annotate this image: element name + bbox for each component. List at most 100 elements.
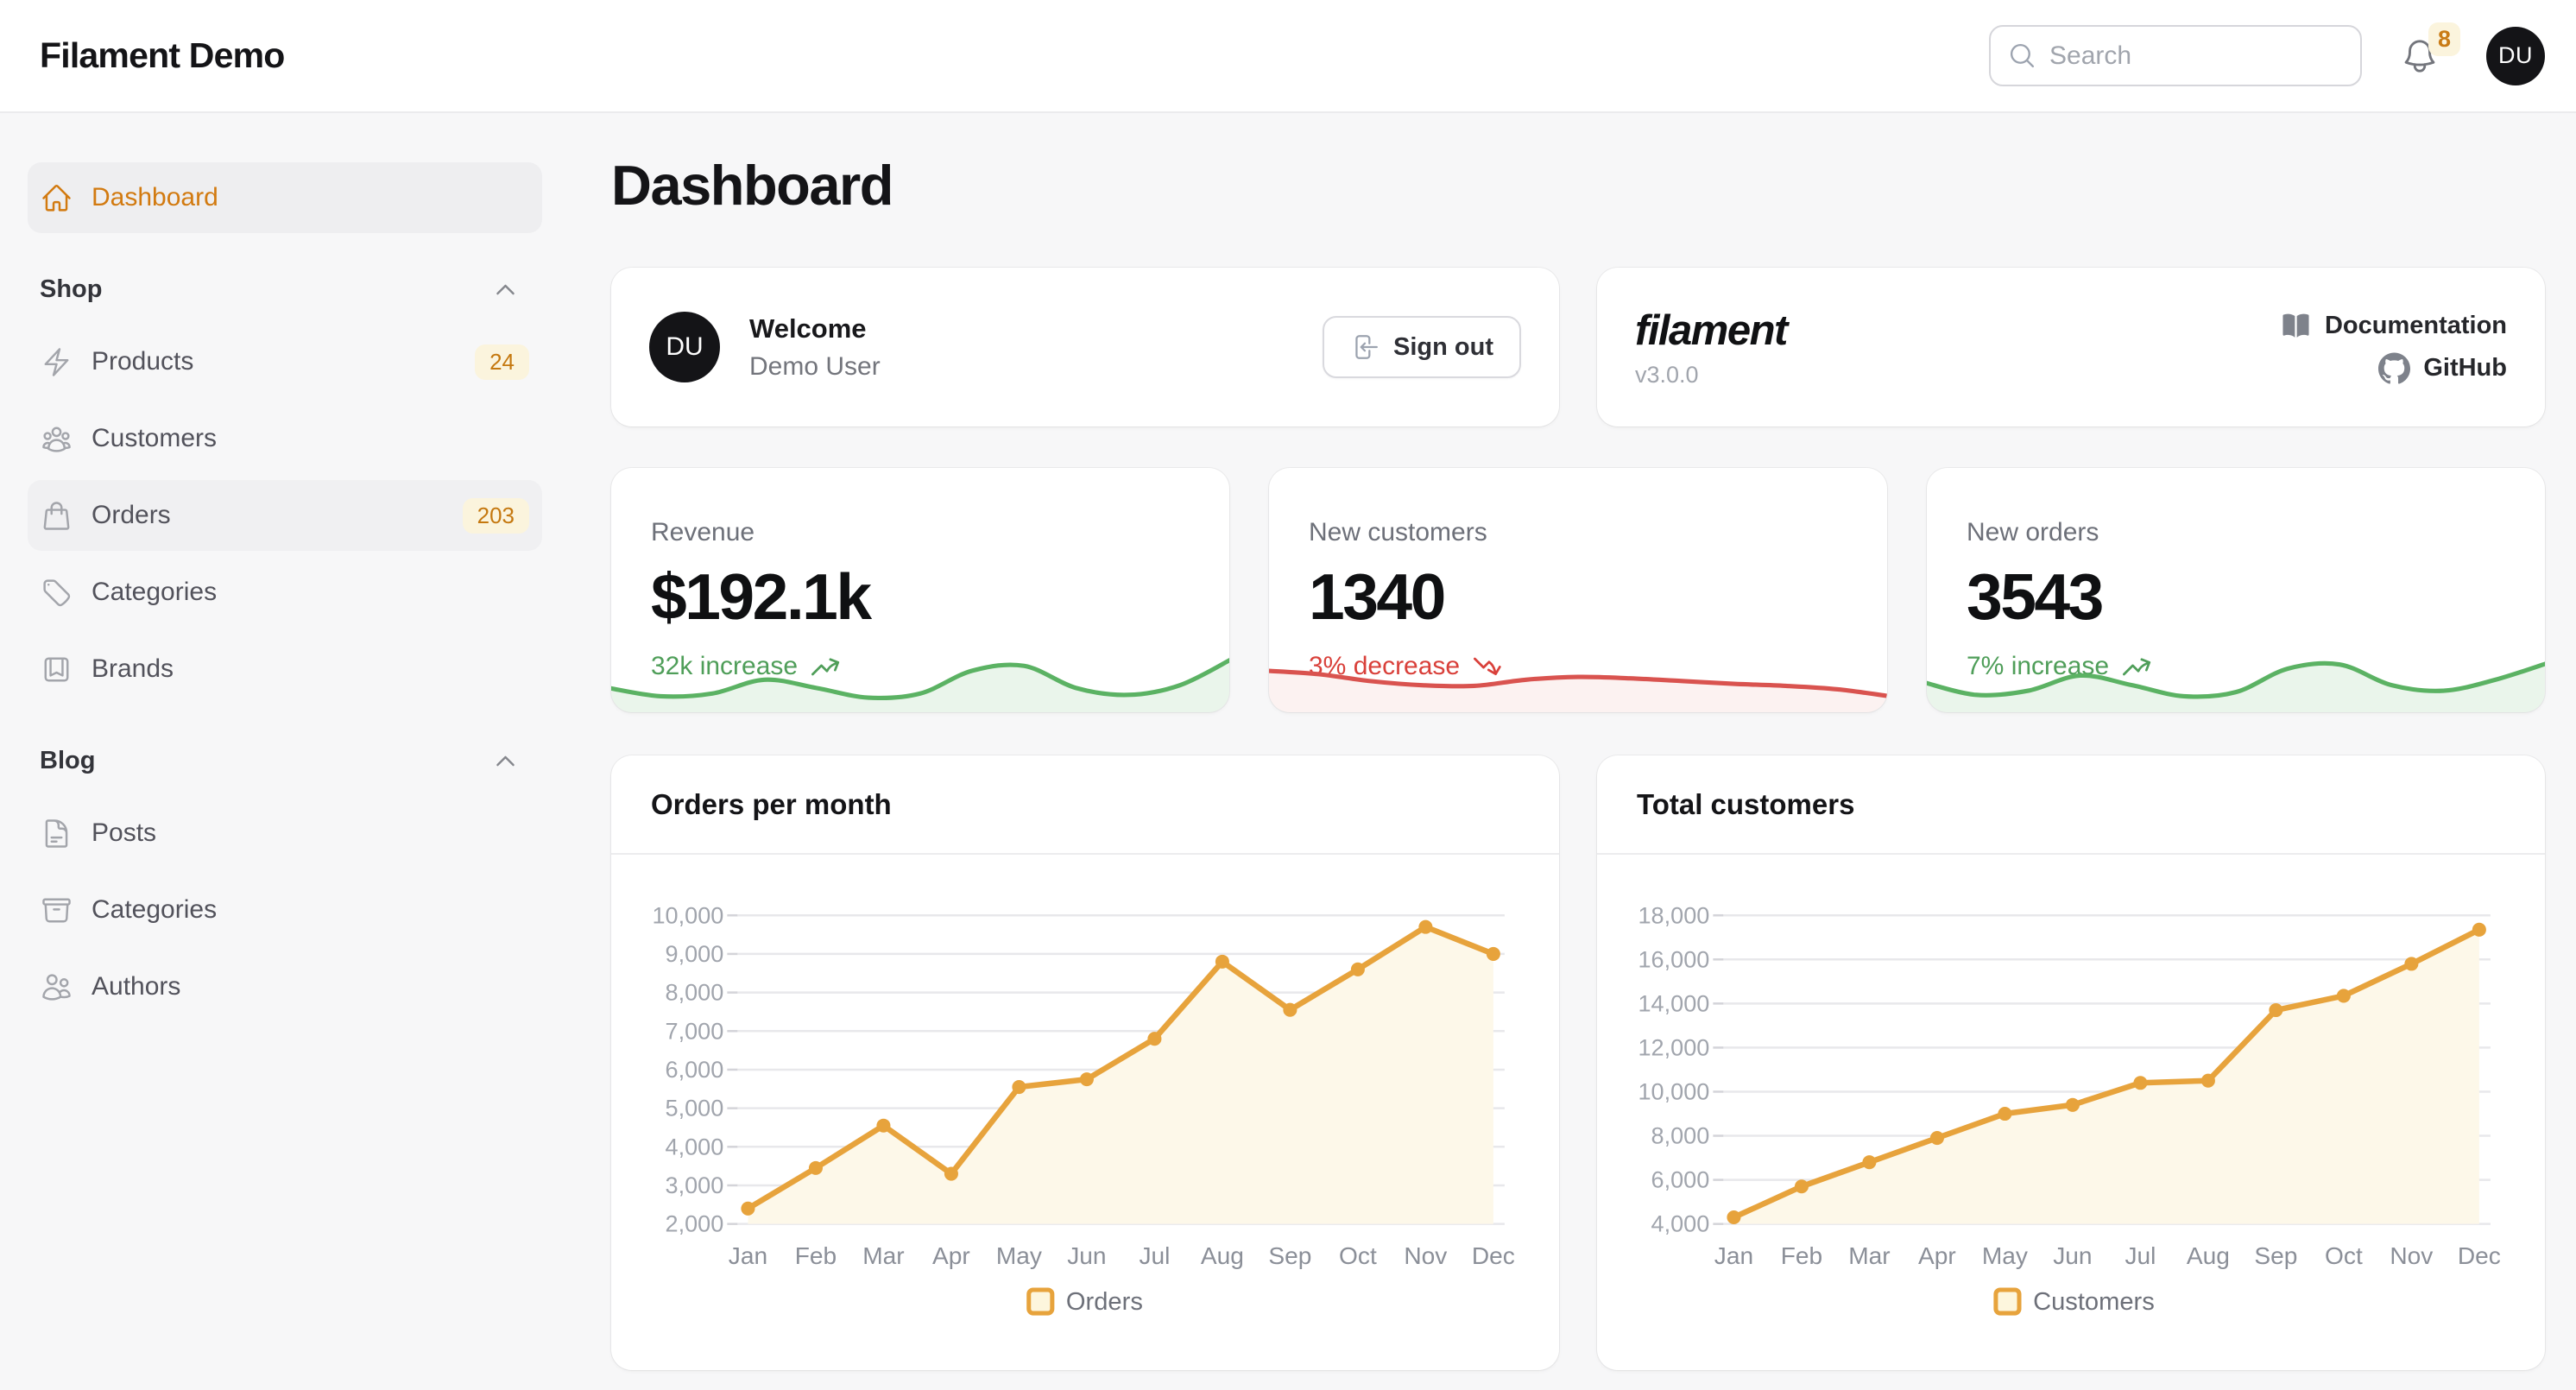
sidebar-group-label: Shop: [40, 275, 103, 304]
sidebar-item-label: Brands: [92, 654, 174, 684]
svg-text:Oct: Oct: [2325, 1242, 2363, 1269]
filament-version: v3.0.0: [1635, 362, 1787, 389]
svg-text:Jul: Jul: [1139, 1242, 1170, 1269]
new-orders-sparkline: [1927, 643, 2545, 712]
sidebar: Dashboard Shop Products 24 Customers Ord…: [0, 113, 570, 1028]
avatar: DU: [649, 312, 720, 382]
sidebar-item-label: Categories: [92, 578, 217, 607]
app-logo[interactable]: Filament Demo: [40, 35, 285, 76]
svg-text:Jun: Jun: [1067, 1242, 1106, 1269]
stat-card-revenue: Revenue $192.1k 32k increase: [611, 468, 1229, 712]
chart-header: Orders per month: [611, 755, 1559, 855]
orders-chart-canvas[interactable]: 2,0003,0004,0005,0006,0007,0008,0009,000…: [611, 855, 1559, 1370]
svg-text:5,000: 5,000: [666, 1095, 724, 1121]
sidebar-item-customers[interactable]: Customers: [28, 403, 542, 474]
legend-item-orders[interactable]: Orders: [1029, 1288, 1143, 1316]
svg-text:May: May: [996, 1242, 1042, 1269]
main-content: Dashboard DU Welcome Demo User Sign out …: [570, 113, 2576, 1390]
sidebar-item-label: Dashboard: [92, 183, 218, 212]
topbar-actions: 8 DU: [1989, 25, 2545, 86]
customers-chart-canvas[interactable]: 4,0006,0008,00010,00012,00014,00016,0001…: [1597, 855, 2545, 1370]
svg-text:Mar: Mar: [1848, 1242, 1890, 1269]
svg-text:18,000: 18,000: [1638, 901, 1709, 928]
sign-out-label: Sign out: [1393, 333, 1493, 362]
sidebar-item-label: Orders: [92, 501, 171, 530]
logout-icon: [1350, 332, 1380, 362]
github-link[interactable]: GitHub: [2378, 352, 2507, 384]
documentation-label: Documentation: [2325, 312, 2507, 340]
svg-text:Jan: Jan: [729, 1242, 767, 1269]
stat-label: New orders: [1967, 518, 2505, 547]
sidebar-item-authors[interactable]: Authors: [28, 951, 542, 1022]
svg-text:Aug: Aug: [1201, 1242, 1244, 1269]
welcome-username: Demo User: [749, 352, 881, 382]
user-avatar[interactable]: DU: [2486, 27, 2545, 85]
svg-text:14,000: 14,000: [1638, 989, 1709, 1016]
book-open-icon: [2280, 310, 2312, 342]
svg-text:3,000: 3,000: [666, 1172, 724, 1198]
stat-label: New customers: [1309, 518, 1847, 547]
sidebar-group-shop-toggle[interactable]: Shop: [28, 275, 542, 304]
filament-logo: filament: [1635, 306, 1787, 355]
notifications-button[interactable]: 8: [2400, 36, 2440, 76]
stat-value: 1340: [1309, 559, 1847, 634]
sidebar-item-label: Posts: [92, 818, 156, 848]
orders-count-badge: 203: [463, 498, 529, 534]
legend-item-customers[interactable]: Customers: [1996, 1288, 2155, 1316]
stat-value: 3543: [1967, 559, 2505, 634]
github-label: GitHub: [2423, 354, 2507, 382]
new-customers-sparkline: [1269, 643, 1887, 712]
svg-text:Sep: Sep: [2254, 1242, 2297, 1269]
svg-text:9,000: 9,000: [666, 940, 724, 967]
chevron-up-icon: [493, 749, 518, 774]
stat-label: Revenue: [651, 518, 1190, 547]
github-icon: [2378, 352, 2410, 384]
topbar: Filament Demo 8 DU: [0, 0, 2576, 113]
welcome-text: Welcome Demo User: [749, 313, 881, 382]
svg-text:Nov: Nov: [2390, 1242, 2433, 1269]
svg-text:Customers: Customers: [2033, 1288, 2155, 1316]
notifications-badge: 8: [2428, 22, 2460, 56]
svg-text:Apr: Apr: [932, 1242, 970, 1269]
page-title: Dashboard: [611, 153, 2545, 218]
sidebar-item-dashboard[interactable]: Dashboard: [28, 162, 542, 233]
sidebar-item-label: Categories: [92, 895, 217, 925]
svg-text:8,000: 8,000: [1651, 1122, 1710, 1149]
sidebar-item-posts[interactable]: Posts: [28, 798, 542, 869]
total-customers-chart-card: Total customers 4,0006,0008,00010,00012,…: [1597, 755, 2545, 1370]
products-count-badge: 24: [475, 344, 529, 380]
filament-info-widget: filament v3.0.0 Documentation GitHub: [1597, 268, 2545, 426]
sign-out-button[interactable]: Sign out: [1323, 316, 1521, 378]
search-icon: [2008, 41, 2036, 70]
svg-text:6,000: 6,000: [666, 1056, 724, 1083]
documentation-link[interactable]: Documentation: [2280, 310, 2507, 342]
svg-text:12,000: 12,000: [1638, 1033, 1709, 1060]
svg-text:Dec: Dec: [2458, 1242, 2501, 1269]
sidebar-group-label: Blog: [40, 747, 95, 775]
sidebar-item-brands[interactable]: Brands: [28, 634, 542, 704]
tag-icon: [41, 577, 73, 609]
revenue-sparkline: [611, 643, 1229, 712]
sidebar-item-orders[interactable]: Orders 203: [28, 480, 542, 551]
filament-links: Documentation GitHub: [2280, 310, 2507, 384]
archive-box-icon: [41, 894, 73, 926]
svg-text:Nov: Nov: [1404, 1242, 1447, 1269]
svg-text:May: May: [1982, 1242, 2028, 1269]
sidebar-group-blog-toggle[interactable]: Blog: [28, 747, 542, 775]
stat-value: $192.1k: [651, 559, 1190, 634]
stat-card-new-orders: New orders 3543 7% increase: [1927, 468, 2545, 712]
stats-row: Revenue $192.1k 32k increase New custome…: [611, 468, 2545, 712]
svg-text:10,000: 10,000: [1638, 1078, 1709, 1105]
svg-text:10,000: 10,000: [652, 901, 723, 928]
sidebar-item-label: Customers: [92, 424, 217, 453]
svg-text:Jun: Jun: [2053, 1242, 2092, 1269]
user-group-icon: [41, 423, 73, 455]
svg-text:Feb: Feb: [1781, 1242, 1822, 1269]
sidebar-item-blog-categories[interactable]: Categories: [28, 875, 542, 945]
sidebar-item-categories[interactable]: Categories: [28, 557, 542, 628]
search-input[interactable]: [2049, 41, 2343, 71]
sidebar-item-products[interactable]: Products 24: [28, 326, 542, 397]
charts-row: Orders per month 2,0003,0004,0005,0006,0…: [611, 755, 2545, 1370]
chart-title: Orders per month: [651, 788, 892, 821]
svg-text:8,000: 8,000: [666, 979, 724, 1006]
